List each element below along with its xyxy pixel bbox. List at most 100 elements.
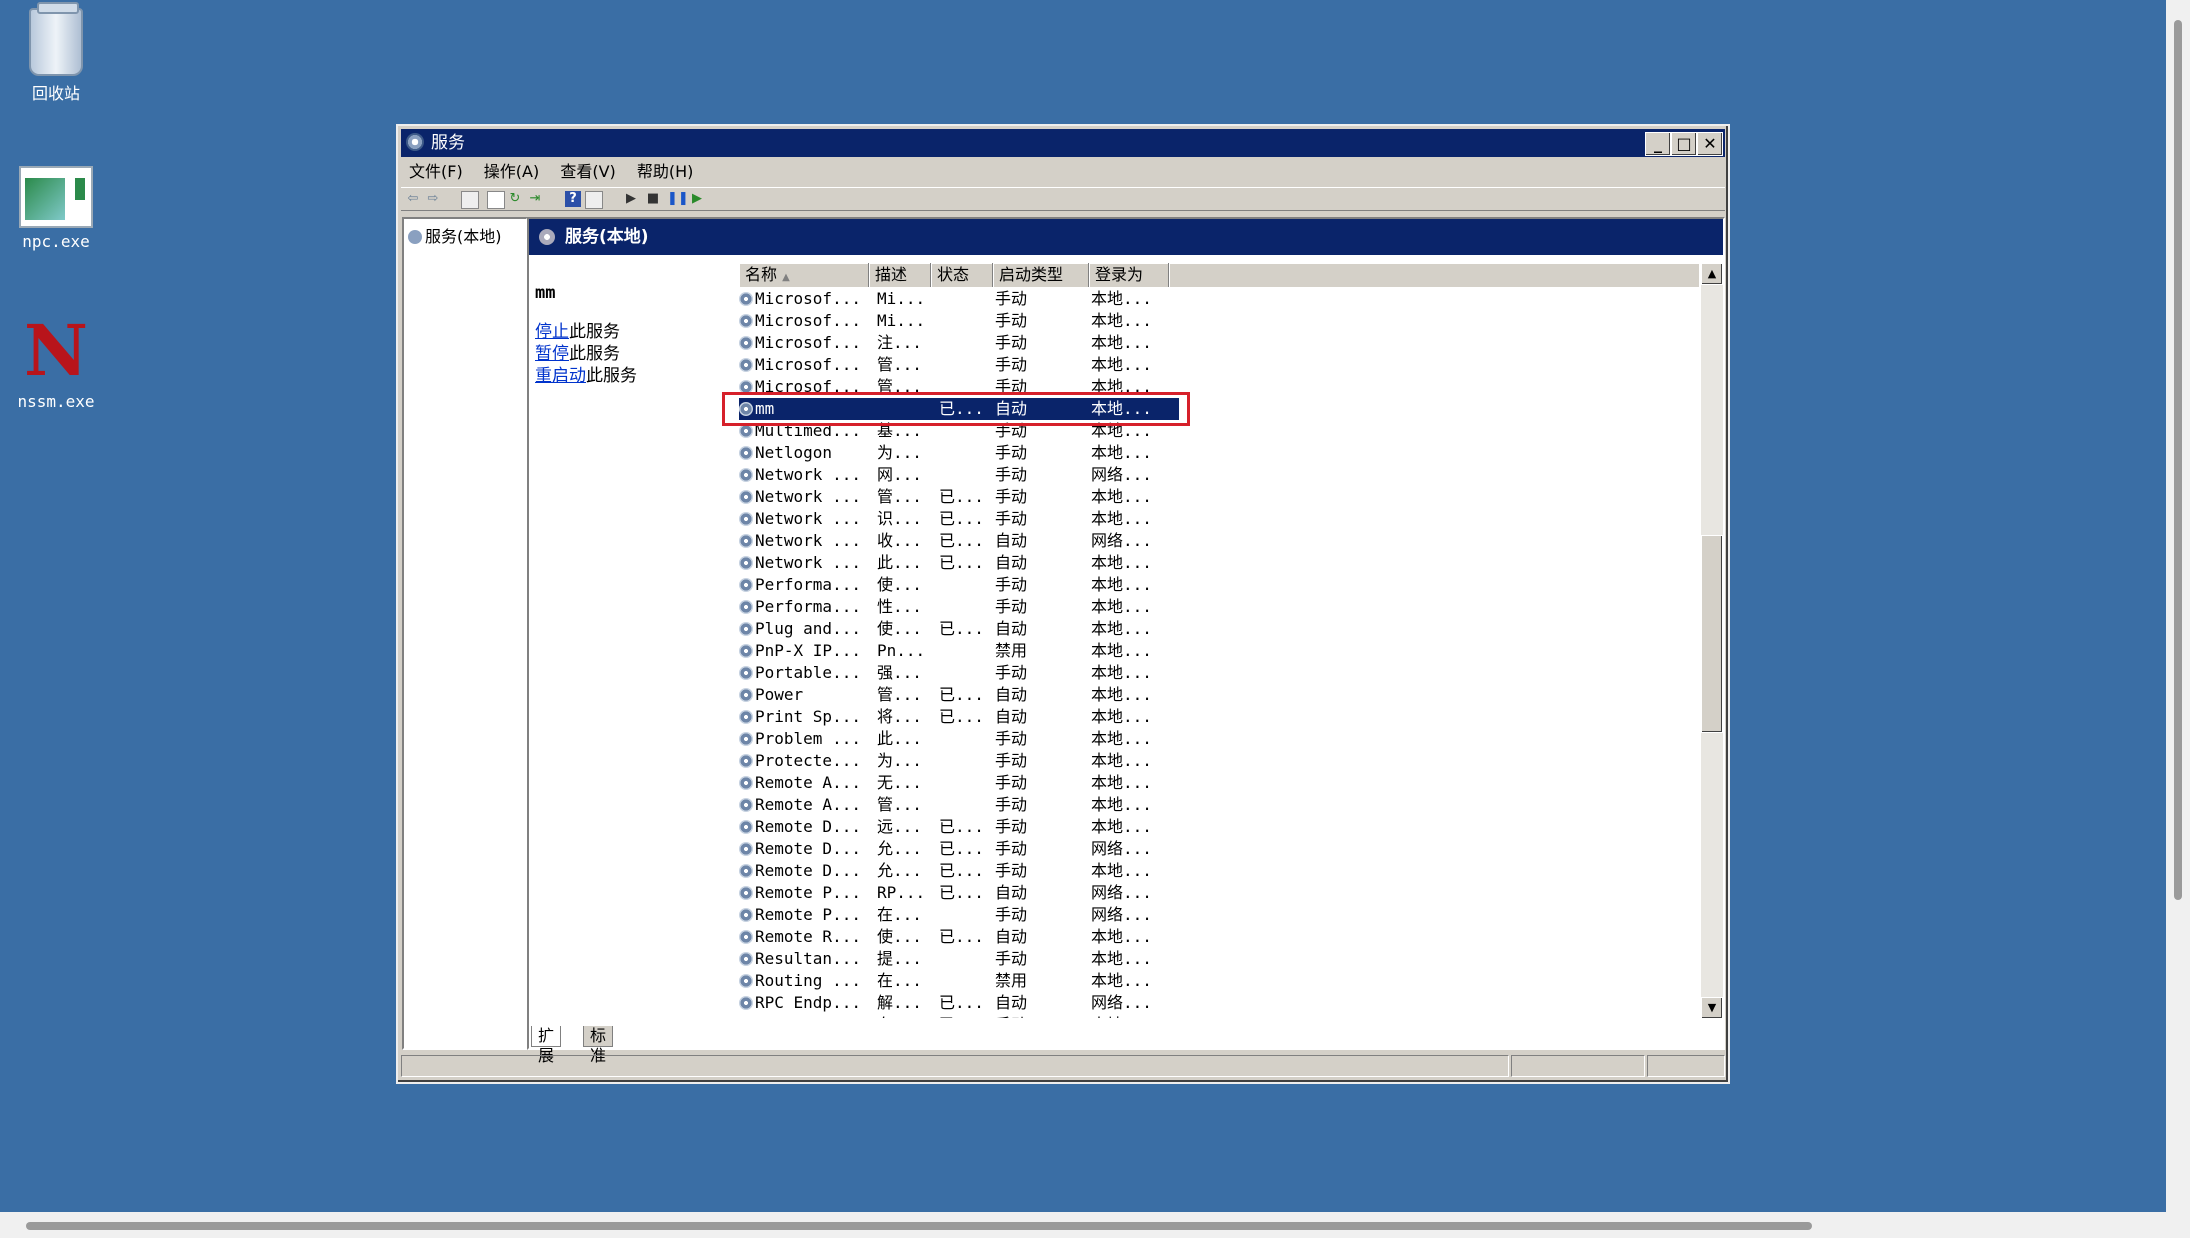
column-header-startup-type[interactable]: 启动类型: [993, 263, 1089, 287]
cell-startup-type: 自动: [995, 619, 1028, 638]
table-row[interactable]: Power 管... 已... 自动 本地...: [739, 684, 1179, 706]
cell-name: Remote D...: [739, 816, 861, 838]
table-row[interactable]: PnP-X IP... Pn... 禁用 本地...: [739, 640, 1179, 662]
cell-log-on-as: 本地...: [1091, 971, 1152, 990]
restart-service-link[interactable]: 重启动: [535, 366, 586, 386]
table-row[interactable]: Microsof... Mi... 手动 本地...: [739, 310, 1179, 332]
table-row[interactable]: Performa... 使... 手动 本地...: [739, 574, 1179, 596]
cell-name: Remote P...: [739, 904, 861, 926]
column-header-name[interactable]: 名称 ▲: [739, 263, 869, 287]
table-row[interactable]: Resultan... 提... 手动 本地...: [739, 948, 1179, 970]
scroll-thumb[interactable]: [1701, 535, 1723, 733]
start-icon[interactable]: ▶: [623, 191, 639, 207]
cell-status: 已...: [939, 817, 984, 836]
table-row[interactable]: Problem ... 此... 手动 本地...: [739, 728, 1179, 750]
view-icon[interactable]: [585, 191, 603, 209]
table-row[interactable]: Protecte... 为... 手动 本地...: [739, 750, 1179, 772]
menu-action[interactable]: 操作(A): [476, 159, 547, 185]
cell-name: Netlogon: [739, 442, 832, 464]
table-row[interactable]: Network ... 收... 已... 自动 网络...: [739, 530, 1179, 552]
menu-view[interactable]: 查看(V): [552, 159, 623, 185]
table-row[interactable]: Network ... 网... 手动 网络...: [739, 464, 1179, 486]
properties-icon[interactable]: [487, 191, 505, 209]
desktop-icon-recycle-bin[interactable]: 回收站: [1, 2, 111, 104]
screen-horizontal-thumb[interactable]: [26, 1222, 1812, 1230]
cell-name: Microsof...: [739, 354, 861, 376]
cell-name: Microsof...: [739, 332, 861, 354]
cell-status: 已...: [939, 531, 984, 550]
cell-startup-type: 自动: [995, 531, 1028, 550]
table-row[interactable]: Print Sp... 将... 已... 自动 本地...: [739, 706, 1179, 728]
desktop-icon-npc[interactable]: npc.exe: [1, 166, 111, 251]
title-bar[interactable]: 服务 _ □ ✕: [401, 129, 1725, 157]
column-header-log-on-as[interactable]: 登录为: [1089, 263, 1169, 287]
restart-icon[interactable]: ▶: [689, 191, 705, 207]
cell-name: Remote R...: [739, 926, 861, 948]
screen-vertical-scrollbar[interactable]: [2166, 0, 2190, 1212]
tree-node-label: 服务(本地): [425, 227, 502, 246]
table-row[interactable]: Network ... 识... 已... 手动 本地...: [739, 508, 1179, 530]
table-row[interactable]: Netlogon 为... 手动 本地...: [739, 442, 1179, 464]
cell-log-on-as: 本地...: [1091, 707, 1152, 726]
cell-startup-type: 自动: [995, 883, 1028, 902]
services-gear-icon: [406, 133, 424, 151]
screen-vertical-thumb[interactable]: [2174, 20, 2182, 900]
table-row[interactable]: Network ... 管... 已... 手动 本地...: [739, 486, 1179, 508]
cell-startup-type: 手动: [995, 509, 1028, 528]
refresh-icon[interactable]: ↻: [507, 191, 523, 207]
table-row[interactable]: RPC Endp... 解... 已... 自动 网络...: [739, 992, 1179, 1014]
table-row[interactable]: Remote P... 在... 手动 网络...: [739, 904, 1179, 926]
table-row[interactable]: Remote R... 使... 已... 自动 本地...: [739, 926, 1179, 948]
table-row[interactable]: Remote A... 管... 手动 本地...: [739, 794, 1179, 816]
column-header-status[interactable]: 状态: [931, 263, 993, 287]
table-row[interactable]: Remote P... RP... 已... 自动 网络...: [739, 882, 1179, 904]
cell-startup-type: 手动: [995, 465, 1028, 484]
scroll-up-button[interactable]: ▲: [1701, 263, 1723, 285]
table-row[interactable]: Remote D... 允... 已... 手动 网络...: [739, 838, 1179, 860]
close-button[interactable]: ✕: [1697, 132, 1723, 156]
cell-startup-type: 手动: [995, 773, 1028, 792]
table-row[interactable]: Remote A... 无... 手动 本地...: [739, 772, 1179, 794]
forward-icon[interactable]: ⇨: [425, 191, 441, 207]
cell-description: 使...: [877, 575, 922, 594]
export-icon[interactable]: ⇥: [527, 191, 543, 207]
table-row[interactable]: Secondar... 在... 已... 手动 本地...: [739, 1014, 1179, 1018]
table-row[interactable]: Microsof... 管... 手动 本地...: [739, 354, 1179, 376]
table-row[interactable]: Remote D... 允... 已... 手动 本地...: [739, 860, 1179, 882]
minimize-button[interactable]: _: [1645, 132, 1671, 156]
scroll-down-button[interactable]: ▼: [1701, 997, 1723, 1019]
menu-help[interactable]: 帮助(H): [629, 159, 702, 185]
tree-node-services-local[interactable]: 服务(本地): [408, 223, 502, 247]
table-row[interactable]: Routing ... 在... 禁用 本地...: [739, 970, 1179, 992]
table-row[interactable]: Portable... 强... 手动 本地...: [739, 662, 1179, 684]
service-gear-icon: [739, 292, 753, 306]
table-row[interactable]: Microsof... 注... 手动 本地...: [739, 332, 1179, 354]
screen-horizontal-scrollbar[interactable]: [0, 1212, 2190, 1238]
cell-name: Plug and...: [739, 618, 861, 640]
service-gear-icon: [739, 930, 753, 944]
list-scrollbar[interactable]: ▲ ▼: [1701, 263, 1723, 1019]
desktop-icon-label: nssm.exe: [17, 392, 95, 411]
desktop-icon-nssm[interactable]: N nssm.exe: [1, 316, 111, 412]
tab-standard[interactable]: 标准: [583, 1026, 614, 1065]
service-gear-icon: [739, 556, 753, 570]
console-tree-icon[interactable]: [461, 191, 479, 209]
cell-log-on-as: 本地...: [1091, 685, 1152, 704]
help-icon[interactable]: ?: [565, 191, 581, 207]
column-header-description[interactable]: 描述: [869, 263, 931, 287]
cell-name: Network ...: [739, 464, 861, 486]
console-tree: 服务(本地): [402, 217, 528, 1050]
tab-extended[interactable]: 扩展: [531, 1026, 562, 1065]
maximize-button[interactable]: □: [1671, 132, 1697, 156]
pause-icon[interactable]: ❚❚: [667, 191, 689, 207]
menu-file[interactable]: 文件(F): [401, 159, 471, 185]
table-row[interactable]: Plug and... 使... 已... 自动 本地...: [739, 618, 1179, 640]
table-row[interactable]: Microsof... Mi... 手动 本地...: [739, 288, 1179, 310]
cell-status: 已...: [939, 1014, 984, 1018]
table-row[interactable]: Network ... 此... 已... 自动 本地...: [739, 552, 1179, 574]
cell-name: Performa...: [739, 574, 861, 596]
back-icon[interactable]: ⇦: [405, 191, 421, 207]
table-row[interactable]: Performa... 性... 手动 本地...: [739, 596, 1179, 618]
stop-icon[interactable]: ■: [645, 191, 661, 207]
table-row[interactable]: Remote D... 远... 已... 手动 本地...: [739, 816, 1179, 838]
